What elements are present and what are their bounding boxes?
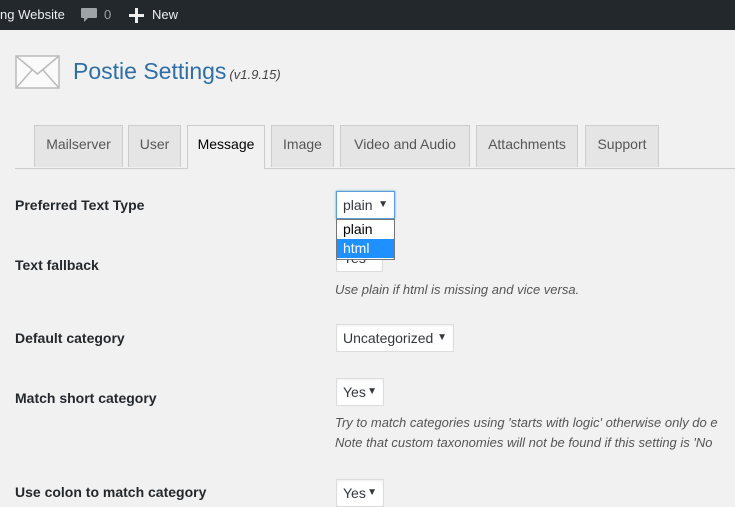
- page-title-text: Postie Settings: [73, 58, 227, 84]
- comment-bubble-icon: [81, 8, 97, 22]
- tab-user[interactable]: User: [128, 125, 181, 167]
- default-category-select[interactable]: Uncategorized ▼: [336, 324, 454, 352]
- comments-count: 0: [104, 7, 112, 22]
- new-label: New: [152, 7, 179, 22]
- preferred-text-type-value: plain: [343, 197, 373, 213]
- option-plain[interactable]: plain: [337, 220, 394, 239]
- match-short-category-description-1: Try to match categories using 'starts wi…: [335, 415, 718, 430]
- match-short-category-label: Match short category: [15, 390, 157, 406]
- tab-image[interactable]: Image: [271, 125, 334, 167]
- site-name-link[interactable]: ng Website: [0, 0, 65, 30]
- tab-mailserver[interactable]: Mailserver: [34, 125, 123, 167]
- dropdown-arrow-icon: ▼: [437, 332, 447, 343]
- admin-bar: ng Website 0 New: [0, 0, 735, 30]
- use-colon-select[interactable]: Yes ▼: [336, 479, 384, 507]
- text-fallback-label: Text fallback: [15, 257, 99, 273]
- match-short-category-value: Yes: [343, 384, 366, 400]
- default-category-value: Uncategorized: [343, 330, 434, 346]
- text-fallback-description: Use plain if html is missing and vice ve…: [335, 282, 580, 297]
- preferred-text-type-label: Preferred Text Type: [15, 197, 145, 213]
- envelope-icon: [15, 55, 60, 89]
- tab-attachments[interactable]: Attachments: [476, 125, 578, 167]
- tab-video-and-audio[interactable]: Video and Audio: [340, 125, 470, 167]
- option-html[interactable]: html: [337, 239, 394, 258]
- dropdown-arrow-icon: ▼: [378, 199, 388, 210]
- match-short-category-select[interactable]: Yes ▼: [336, 378, 384, 406]
- dropdown-arrow-icon: ▼: [367, 386, 377, 397]
- match-short-category-description-2: Note that custom taxonomies will not be …: [335, 435, 713, 450]
- default-category-label: Default category: [15, 330, 125, 346]
- dropdown-arrow-icon: ▼: [367, 487, 377, 498]
- preferred-text-type-dropdown: plain html: [336, 219, 395, 260]
- page-title: Postie Settings (v1.9.15): [73, 58, 281, 85]
- preferred-text-type-select[interactable]: plain ▼: [336, 191, 395, 219]
- plus-icon: [129, 8, 144, 23]
- version-label: (v1.9.15): [229, 67, 281, 82]
- use-colon-value: Yes: [343, 485, 366, 501]
- tab-bar-divider: [15, 168, 735, 169]
- tab-support[interactable]: Support: [585, 125, 659, 167]
- use-colon-label: Use colon to match category: [15, 484, 207, 500]
- tab-message[interactable]: Message: [187, 125, 265, 169]
